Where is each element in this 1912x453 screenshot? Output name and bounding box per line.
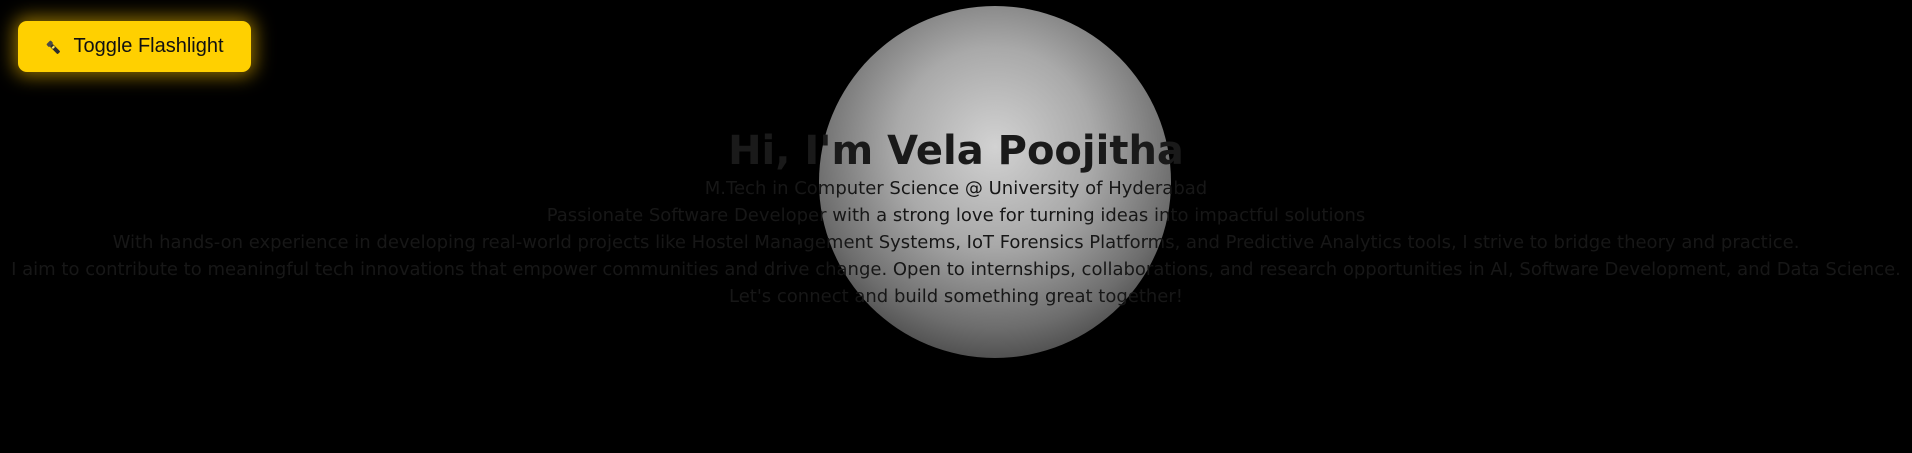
intro-line: M.Tech in Computer Science @ University … bbox=[704, 178, 1208, 199]
intro-line: With hands-on experience in developing r… bbox=[112, 232, 1800, 253]
flashlight-icon bbox=[42, 35, 67, 60]
intro-line: Passionate Software Developer with a str… bbox=[546, 205, 1366, 226]
toggle-flashlight-label: Toggle Flashlight bbox=[73, 35, 224, 57]
intro-line: I aim to contribute to meaningful tech i… bbox=[11, 259, 1901, 280]
toggle-flashlight-button[interactable]: Toggle Flashlight bbox=[18, 21, 251, 72]
page-title: Hi, I'm Vela Poojitha bbox=[728, 128, 1184, 174]
intro-line: Let's connect and build something great … bbox=[729, 286, 1183, 307]
